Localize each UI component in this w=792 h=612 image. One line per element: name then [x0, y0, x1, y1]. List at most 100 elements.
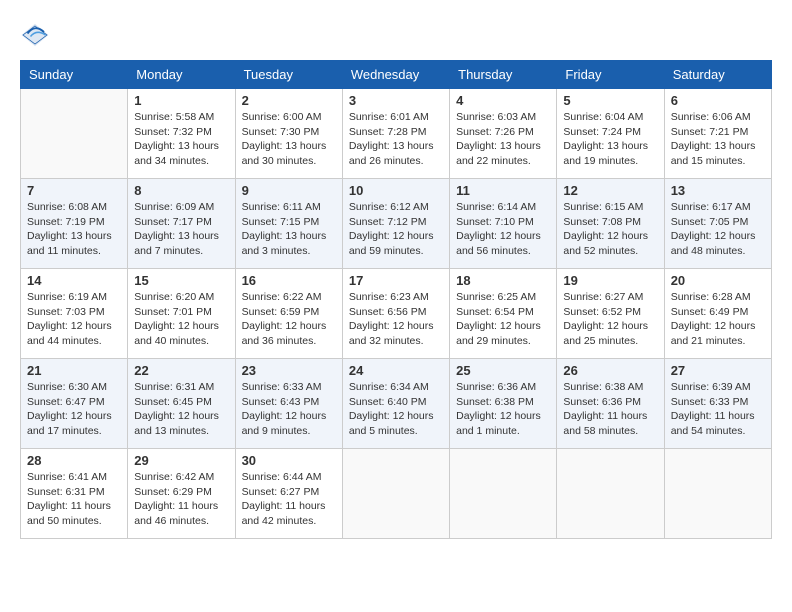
day-number: 21: [27, 363, 121, 378]
calendar-cell: 14 Sunrise: 6:19 AMSunset: 7:03 PMDayligh…: [21, 269, 128, 359]
day-info: Sunrise: 6:41 AMSunset: 6:31 PMDaylight:…: [27, 470, 121, 529]
calendar-cell: 13 Sunrise: 6:17 AMSunset: 7:05 PMDayligh…: [664, 179, 771, 269]
page-header: [20, 20, 772, 50]
day-info: Sunrise: 6:01 AMSunset: 7:28 PMDaylight:…: [349, 110, 443, 169]
day-number: 11: [456, 183, 550, 198]
day-info: Sunrise: 6:15 AMSunset: 7:08 PMDaylight:…: [563, 200, 657, 259]
day-info: Sunrise: 6:33 AMSunset: 6:43 PMDaylight:…: [242, 380, 336, 439]
calendar-cell: 29 Sunrise: 6:42 AMSunset: 6:29 PMDayligh…: [128, 449, 235, 539]
day-number: 9: [242, 183, 336, 198]
day-number: 6: [671, 93, 765, 108]
calendar-cell: 18 Sunrise: 6:25 AMSunset: 6:54 PMDayligh…: [450, 269, 557, 359]
day-number: 22: [134, 363, 228, 378]
day-info: Sunrise: 6:22 AMSunset: 6:59 PMDaylight:…: [242, 290, 336, 349]
logo-icon: [20, 20, 50, 50]
day-number: 7: [27, 183, 121, 198]
day-info: Sunrise: 6:00 AMSunset: 7:30 PMDaylight:…: [242, 110, 336, 169]
calendar-cell: 19Sunrise: 6:27 AMSunset: 6:52 PMDayligh…: [557, 269, 664, 359]
calendar-header: SundayMondayTuesdayWednesdayThursdayFrid…: [21, 61, 772, 89]
day-number: 18: [456, 273, 550, 288]
day-info: Sunrise: 6:38 AMSunset: 6:36 PMDaylight:…: [563, 380, 657, 439]
calendar-cell: 2Sunrise: 6:00 AMSunset: 7:30 PMDaylight…: [235, 89, 342, 179]
calendar-cell: 10 Sunrise: 6:12 AMSunset: 7:12 PMDayligh…: [342, 179, 449, 269]
day-info: Sunrise: 6:14 AMSunset: 7:10 PMDaylight:…: [456, 200, 550, 259]
calendar-week-row: 28Sunrise: 6:41 AMSunset: 6:31 PMDayligh…: [21, 449, 772, 539]
day-number: 1: [134, 93, 228, 108]
day-info: Sunrise: 6:12 AMSunset: 7:12 PMDaylight:…: [349, 200, 443, 259]
calendar-cell: 24 Sunrise: 6:34 AMSunset: 6:40 PMDayligh…: [342, 359, 449, 449]
calendar-cell: 4Sunrise: 6:03 AMSunset: 7:26 PMDaylight…: [450, 89, 557, 179]
day-number: 5: [563, 93, 657, 108]
day-info: Sunrise: 6:04 AMSunset: 7:24 PMDaylight:…: [563, 110, 657, 169]
day-info: Sunrise: 6:28 AMSunset: 6:49 PMDaylight:…: [671, 290, 765, 349]
calendar-table: SundayMondayTuesdayWednesdayThursdayFrid…: [20, 60, 772, 539]
weekday-header-tuesday: Tuesday: [235, 61, 342, 89]
calendar-week-row: 7 Sunrise: 6:08 AMSunset: 7:19 PMDaylight…: [21, 179, 772, 269]
day-number: 14: [27, 273, 121, 288]
day-info: Sunrise: 6:31 AMSunset: 6:45 PMDaylight:…: [134, 380, 228, 439]
day-info: Sunrise: 6:09 AMSunset: 7:17 PMDaylight:…: [134, 200, 228, 259]
logo: [20, 20, 54, 50]
calendar-cell: 12 Sunrise: 6:15 AMSunset: 7:08 PMDayligh…: [557, 179, 664, 269]
calendar-cell: 27 Sunrise: 6:39 AMSunset: 6:33 PMDayligh…: [664, 359, 771, 449]
calendar-cell: 11 Sunrise: 6:14 AMSunset: 7:10 PMDayligh…: [450, 179, 557, 269]
calendar-cell: 22 Sunrise: 6:31 AMSunset: 6:45 PMDayligh…: [128, 359, 235, 449]
day-number: 19: [563, 273, 657, 288]
calendar-cell: 5 Sunrise: 6:04 AMSunset: 7:24 PMDaylight…: [557, 89, 664, 179]
day-number: 23: [242, 363, 336, 378]
weekday-header-monday: Monday: [128, 61, 235, 89]
day-number: 29: [134, 453, 228, 468]
day-number: 13: [671, 183, 765, 198]
calendar-cell: [450, 449, 557, 539]
calendar-body: 1 Sunrise: 5:58 AMSunset: 7:32 PMDaylight…: [21, 89, 772, 539]
calendar-cell: 15Sunrise: 6:20 AMSunset: 7:01 PMDayligh…: [128, 269, 235, 359]
day-info: Sunrise: 6:42 AMSunset: 6:29 PMDaylight:…: [134, 470, 228, 529]
calendar-cell: 25 Sunrise: 6:36 AMSunset: 6:38 PMDayligh…: [450, 359, 557, 449]
calendar-cell: 17 Sunrise: 6:23 AMSunset: 6:56 PMDayligh…: [342, 269, 449, 359]
weekday-header-thursday: Thursday: [450, 61, 557, 89]
calendar-cell: 23 Sunrise: 6:33 AMSunset: 6:43 PMDayligh…: [235, 359, 342, 449]
day-info: Sunrise: 6:20 AMSunset: 7:01 PMDaylight:…: [134, 290, 228, 349]
calendar-cell: 26 Sunrise: 6:38 AMSunset: 6:36 PMDayligh…: [557, 359, 664, 449]
calendar-cell: [342, 449, 449, 539]
calendar-cell: [557, 449, 664, 539]
weekday-header-friday: Friday: [557, 61, 664, 89]
weekday-header-saturday: Saturday: [664, 61, 771, 89]
day-number: 25: [456, 363, 550, 378]
day-info: Sunrise: 6:25 AMSunset: 6:54 PMDaylight:…: [456, 290, 550, 349]
calendar-cell: [664, 449, 771, 539]
day-info: Sunrise: 6:17 AMSunset: 7:05 PMDaylight:…: [671, 200, 765, 259]
day-number: 8: [134, 183, 228, 198]
day-number: 12: [563, 183, 657, 198]
day-info: Sunrise: 6:03 AMSunset: 7:26 PMDaylight:…: [456, 110, 550, 169]
day-number: 30: [242, 453, 336, 468]
calendar-week-row: 1 Sunrise: 5:58 AMSunset: 7:32 PMDaylight…: [21, 89, 772, 179]
calendar-cell: 3 Sunrise: 6:01 AMSunset: 7:28 PMDaylight…: [342, 89, 449, 179]
day-info: Sunrise: 6:08 AMSunset: 7:19 PMDaylight:…: [27, 200, 121, 259]
day-number: 26: [563, 363, 657, 378]
day-info: Sunrise: 6:06 AMSunset: 7:21 PMDaylight:…: [671, 110, 765, 169]
weekday-header-sunday: Sunday: [21, 61, 128, 89]
day-info: Sunrise: 6:39 AMSunset: 6:33 PMDaylight:…: [671, 380, 765, 439]
day-number: 17: [349, 273, 443, 288]
day-number: 24: [349, 363, 443, 378]
calendar-cell: [21, 89, 128, 179]
calendar-cell: 16 Sunrise: 6:22 AMSunset: 6:59 PMDayligh…: [235, 269, 342, 359]
day-number: 3: [349, 93, 443, 108]
day-info: Sunrise: 6:34 AMSunset: 6:40 PMDaylight:…: [349, 380, 443, 439]
day-info: Sunrise: 5:58 AMSunset: 7:32 PMDaylight:…: [134, 110, 228, 169]
calendar-week-row: 14 Sunrise: 6:19 AMSunset: 7:03 PMDayligh…: [21, 269, 772, 359]
day-info: Sunrise: 6:11 AMSunset: 7:15 PMDaylight:…: [242, 200, 336, 259]
calendar-cell: 6 Sunrise: 6:06 AMSunset: 7:21 PMDaylight…: [664, 89, 771, 179]
day-number: 27: [671, 363, 765, 378]
calendar-cell: 21Sunrise: 6:30 AMSunset: 6:47 PMDayligh…: [21, 359, 128, 449]
day-number: 10: [349, 183, 443, 198]
calendar-cell: 30 Sunrise: 6:44 AMSunset: 6:27 PMDayligh…: [235, 449, 342, 539]
day-info: Sunrise: 6:44 AMSunset: 6:27 PMDaylight:…: [242, 470, 336, 529]
weekday-header-row: SundayMondayTuesdayWednesdayThursdayFrid…: [21, 61, 772, 89]
day-info: Sunrise: 6:23 AMSunset: 6:56 PMDaylight:…: [349, 290, 443, 349]
day-info: Sunrise: 6:19 AMSunset: 7:03 PMDaylight:…: [27, 290, 121, 349]
day-info: Sunrise: 6:36 AMSunset: 6:38 PMDaylight:…: [456, 380, 550, 439]
day-number: 16: [242, 273, 336, 288]
calendar-week-row: 21Sunrise: 6:30 AMSunset: 6:47 PMDayligh…: [21, 359, 772, 449]
